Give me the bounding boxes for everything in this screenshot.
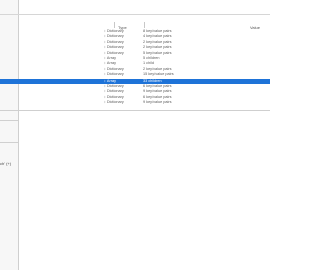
row-type-label: Dictionary — [106, 50, 124, 55]
row-value-cell[interactable]: 8 key/value pairs — [143, 29, 172, 33]
stepper-icon[interactable]: ↕ — [104, 84, 106, 88]
menu-divider — [0, 142, 18, 143]
plist-row[interactable]: ↕Dictionary 9 key/value pairs — [0, 100, 270, 105]
stepper-icon[interactable]: ↕ — [104, 51, 106, 55]
stepper-icon[interactable]: ↕ — [104, 29, 106, 33]
row-type-label: Dictionary — [106, 39, 124, 44]
row-type-cell[interactable]: ↕Array — [104, 79, 116, 83]
row-type-cell[interactable]: ↕Array — [104, 61, 116, 65]
stepper-icon[interactable]: ↕ — [104, 45, 106, 49]
plist-rows: ↕Dictionary 8 key/value pairs ↕Dictionary 4… — [0, 29, 270, 105]
stepper-icon[interactable]: ↕ — [104, 61, 106, 65]
stepper-icon[interactable]: ↕ — [104, 72, 106, 76]
row-value-cell[interactable]: 9 key/value pairs — [143, 100, 172, 104]
row-value-cell[interactable]: 6 key/value pairs — [143, 84, 172, 88]
row-value-cell[interactable]: 33 children — [143, 79, 162, 83]
stepper-icon[interactable]: ↕ — [104, 40, 106, 44]
row-type-cell[interactable]: ↕Dictionary — [104, 89, 124, 93]
row-value-cell[interactable]: 2 key/value pairs — [143, 67, 172, 71]
stepper-icon[interactable]: ↕ — [104, 100, 106, 104]
row-type-label: Array — [106, 61, 116, 66]
row-type-label: Dictionary — [106, 29, 124, 33]
row-type-cell[interactable]: ↕Array — [104, 56, 116, 60]
row-type-cell[interactable]: ↕Dictionary — [104, 100, 124, 104]
column-separator[interactable] — [144, 22, 145, 28]
row-value-cell[interactable]: 2 key/value pairs — [143, 40, 172, 44]
plist-row[interactable]: ↕Dictionary 15 key/value pairs — [0, 72, 270, 77]
row-type-label: Dictionary — [106, 100, 124, 105]
row-type-label: Dictionary — [106, 66, 124, 71]
row-type-cell[interactable]: ↕Dictionary — [104, 72, 124, 76]
row-type-cell[interactable]: ↕Dictionary — [104, 84, 124, 88]
row-value-cell[interactable]: 9 key/value pairs — [143, 89, 172, 93]
stepper-icon[interactable]: ↕ — [104, 34, 106, 38]
row-type-label: Dictionary — [106, 34, 124, 39]
stepper-icon[interactable]: ↕ — [104, 95, 106, 99]
row-type-cell[interactable]: ↕Dictionary — [104, 45, 124, 49]
column-separator[interactable] — [114, 22, 115, 28]
row-value-cell[interactable]: 5 children — [143, 56, 159, 60]
stepper-icon[interactable]: ↕ — [104, 79, 106, 83]
plist-column-header: Type Value — [18, 0, 270, 30]
row-type-label: Array — [106, 55, 116, 60]
row-type-label: Dictionary — [106, 94, 124, 99]
row-type-cell[interactable]: ↕Dictionary — [104, 34, 124, 38]
row-type-label: Dictionary — [106, 72, 124, 77]
row-type-label: Dictionary — [106, 89, 124, 94]
row-type-cell[interactable]: ↕Dictionary — [104, 51, 124, 55]
row-value-cell[interactable]: 15 key/value pairs — [143, 72, 174, 76]
menu-divider — [0, 120, 18, 121]
stepper-icon[interactable]: ↕ — [104, 89, 106, 93]
row-type-cell[interactable]: ↕Dictionary — [104, 95, 124, 99]
row-type-cell[interactable]: ↕Dictionary — [104, 67, 124, 71]
row-value-cell[interactable]: 2 key/value pairs — [143, 45, 172, 49]
stepper-icon[interactable]: ↕ — [104, 67, 106, 71]
menu-item-shortcut-hint[interactable]: ch' (+) — [0, 161, 18, 166]
row-type-cell[interactable]: ↕Dictionary — [104, 29, 124, 33]
row-value-cell[interactable]: 4 key/value pairs — [143, 34, 172, 38]
row-separator — [0, 110, 270, 111]
row-value-cell[interactable]: 1 child — [143, 61, 154, 65]
row-value-cell[interactable]: 6 key/value pairs — [143, 95, 172, 99]
stepper-icon[interactable]: ↕ — [104, 56, 106, 60]
row-value-cell[interactable]: 5 key/value pairs — [143, 51, 172, 55]
row-type-cell[interactable]: ↕Dictionary — [104, 40, 124, 44]
row-type-label: Dictionary — [106, 45, 124, 50]
row-type-label: Array — [106, 78, 116, 83]
row-type-label: Dictionary — [106, 83, 124, 88]
